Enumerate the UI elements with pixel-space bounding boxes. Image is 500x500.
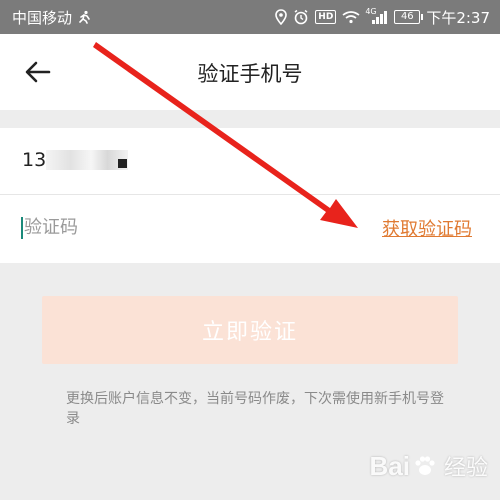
location-icon (275, 9, 288, 25)
get-code-link[interactable]: 获取验证码 (382, 215, 472, 241)
phone-number-mask (46, 150, 128, 170)
verification-code-input[interactable] (24, 209, 344, 245)
phone-row[interactable]: 13 (0, 128, 500, 195)
watermark-brand: Bai (369, 450, 410, 481)
hint-text: 更换后账户信息不变，当前号码作废，下次需使用新手机号登录 (66, 391, 444, 427)
alarm-icon (293, 9, 309, 25)
watermark-sub: 经验 (443, 455, 488, 480)
hd-badge: HD (315, 10, 337, 24)
status-left: 中国移动 (12, 7, 92, 28)
app-header: 验证手机号 (0, 34, 500, 110)
battery-icon: 46 (394, 10, 424, 24)
signal-type-label: 4G (365, 7, 377, 16)
wifi-icon (342, 10, 360, 24)
page-title: 验证手机号 (197, 62, 303, 86)
form-card: 13 获取验证码 (0, 128, 500, 263)
code-row: 获取验证码 (0, 195, 500, 263)
phone-number-mask-dot (118, 159, 127, 168)
text-cursor (21, 217, 23, 239)
clock-time: 下午2:37 (426, 8, 490, 27)
verify-now-button[interactable]: 立即验证 (42, 296, 458, 364)
carrier-name: 中国移动 (12, 8, 73, 27)
signal-icon: 4G (365, 7, 388, 24)
paw-icon (415, 456, 435, 475)
status-bar: 中国移动 HD 4G 46 下午2:37 (0, 0, 500, 34)
running-person-icon (78, 10, 92, 24)
baidu-jingyan-watermark: Bai 经验 (370, 450, 488, 482)
phone-number-value: 13 (22, 149, 47, 171)
status-right: HD 4G 46 下午2:37 (275, 7, 490, 28)
